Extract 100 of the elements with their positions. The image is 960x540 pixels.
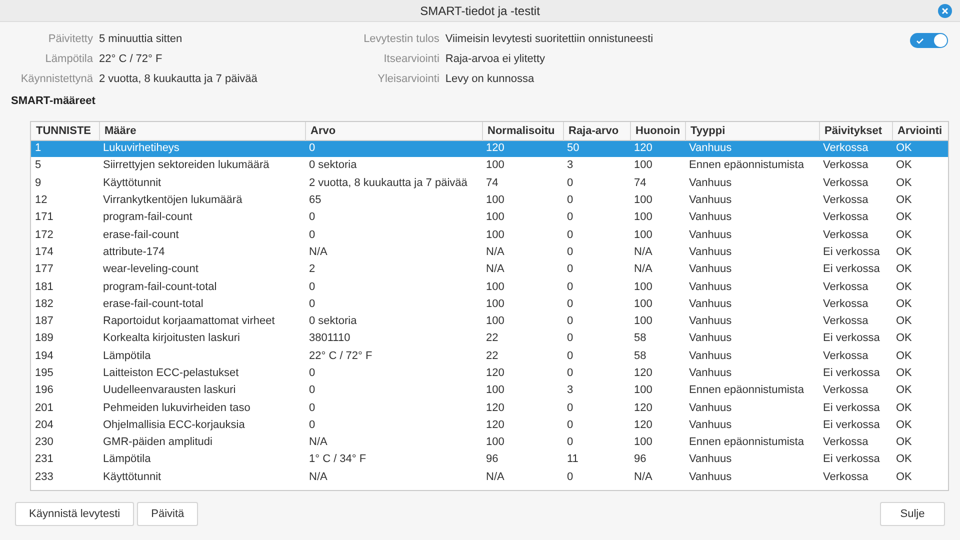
table-cell-text: Vanhuus bbox=[688, 331, 733, 346]
table-cell-text: 0 bbox=[566, 176, 574, 191]
table-cell-text: 100 bbox=[485, 228, 506, 243]
toggle-switch[interactable] bbox=[910, 33, 948, 48]
table-cell: Lukuvirhetiheys bbox=[99, 140, 305, 158]
column-header[interactable]: Määre bbox=[99, 122, 305, 140]
table-cell-text: 0 bbox=[566, 314, 574, 330]
table-cell-text: Siirrettyjen sektoreiden lukumäärä bbox=[102, 158, 270, 174]
table-cell-text: Ei verkossa bbox=[822, 262, 881, 278]
table-row[interactable]: 172 erase-fail-count 0 100 0 100 Vanhuus Verkossa OK bbox=[31, 226, 948, 244]
close-button[interactable] bbox=[938, 4, 952, 18]
table-cell-text: OK bbox=[895, 210, 913, 226]
table-cell-text: 0 bbox=[566, 296, 574, 312]
table-cell-text: Vanhuus bbox=[688, 228, 733, 243]
section-title: SMART-määreet bbox=[11, 94, 96, 109]
table-row[interactable]: 9 Käyttötunnit 2 vuotta, 8 kuukautta ja 7 päivää 74 0 74 Vanhuus Verkossa OK bbox=[31, 174, 948, 192]
table-cell-text: Laitteiston ECC-pelastukset bbox=[102, 366, 240, 381]
table-cell-text: Lämpötila bbox=[102, 348, 152, 364]
table-row[interactable]: 182 erase-fail-count-total 0 100 0 100 Vanhuus Verkossa OK bbox=[31, 296, 948, 313]
table-cell-text: Verkossa bbox=[822, 383, 870, 398]
table-cell-text: 100 bbox=[633, 296, 654, 312]
table-cell-text: Ei verkossa bbox=[822, 366, 881, 381]
table-cell-text: erase-fail-count bbox=[102, 228, 180, 243]
table-cell-text: 100 bbox=[633, 228, 654, 243]
table-cell-text: Vanhuus bbox=[688, 470, 733, 485]
table-row[interactable]: 231 Lämpötila 1° C / 34° F 96 11 96 Vanhuus Ei verkossa OK bbox=[31, 451, 948, 469]
info-label: Yleisarviointi bbox=[376, 72, 440, 87]
table-cell-text: 195 bbox=[34, 366, 54, 381]
table-cell-text: Ei verkossa bbox=[822, 400, 881, 416]
table-cell-text: 100 bbox=[485, 314, 506, 330]
table-cell-text: 100 bbox=[485, 435, 506, 450]
table-cell-text: 0 bbox=[308, 400, 316, 416]
table-cell-text: 0 bbox=[566, 470, 574, 485]
table-row[interactable]: 194 Lämpötila 22° C / 72° F 22 0 58 Vanhuus Verkossa OK bbox=[31, 348, 948, 365]
table-row[interactable]: 12 Virrankytkentöjen lukumäärä 65 100 0 100 Vanhuus Verkossa OK bbox=[31, 192, 948, 210]
table-cell-text: 100 bbox=[485, 280, 506, 295]
info-value: Levy on kunnossa bbox=[445, 72, 536, 87]
table-cell-text: 0 bbox=[308, 280, 316, 295]
table-cell-text: Vanhuus bbox=[688, 366, 733, 381]
table-cell-text: 9 bbox=[34, 176, 42, 191]
column-header[interactable]: Huonoin bbox=[630, 122, 685, 140]
table-cell-text: OK bbox=[895, 331, 913, 346]
table-cell-text: Ennen epäonnistumista bbox=[688, 383, 805, 398]
table-cell-text: 74 bbox=[633, 176, 648, 191]
column-header[interactable]: Arviointi bbox=[892, 122, 948, 140]
table-cell: 120 bbox=[630, 140, 685, 158]
column-header[interactable]: Raja-arvo bbox=[563, 122, 630, 140]
table-cell-text: OK bbox=[895, 435, 913, 450]
table-cell-text: 0 sektoria bbox=[308, 314, 358, 330]
table-cell-text: 2 bbox=[308, 262, 316, 278]
table-row[interactable]: 189 Korkealta kirjoitusten laskuri 3801110 22 0 58 Vanhuus Ei verkossa OK bbox=[31, 330, 948, 348]
column-header[interactable]: Arvo bbox=[305, 122, 482, 140]
table-row[interactable]: 181 program-fail-count-total 0 100 0 100 Vanhuus Verkossa OK bbox=[31, 278, 948, 296]
table-cell-text: 3 bbox=[566, 383, 574, 398]
table-row[interactable]: 171 program-fail-count 0 100 0 100 Vanhuus Verkossa OK bbox=[31, 209, 948, 226]
table-cell-text: 171 bbox=[34, 210, 54, 226]
column-header[interactable]: Normalisoitu bbox=[482, 122, 563, 140]
table-cell-text: Vanhuus bbox=[688, 193, 733, 208]
table-cell-text: Ennen epäonnistumista bbox=[688, 158, 805, 174]
table-cell-text: 231 bbox=[34, 452, 54, 468]
column-header[interactable]: TUNNISTE bbox=[31, 122, 99, 140]
column-header[interactable]: Päivitykset bbox=[819, 122, 892, 140]
action-button[interactable]: Päivitä bbox=[137, 502, 198, 526]
table-cell-text: 181 bbox=[34, 280, 54, 295]
table-row[interactable]: 233 Käyttötunnit N/A N/A 0 N/A Vanhuus Verkossa OK bbox=[31, 468, 948, 486]
action-button[interactable]: Käynnistä levytesti bbox=[15, 502, 134, 526]
table-cell-text: 120 bbox=[485, 366, 506, 381]
table-cell-text: 187 bbox=[34, 314, 54, 330]
table-cell-text: Verkossa bbox=[822, 228, 870, 243]
table-cell-text: Ei verkossa bbox=[822, 452, 881, 468]
close-icon bbox=[941, 7, 949, 15]
table-cell-text: 100 bbox=[485, 193, 506, 208]
table-cell-text: 189 bbox=[34, 331, 54, 346]
table-row[interactable]: 204 Ohjelmallisia ECC-korjauksia 0 120 0 120 Vanhuus Ei verkossa OK bbox=[31, 416, 948, 434]
table-cell-text: 194 bbox=[34, 348, 54, 364]
table-row[interactable]: 230 GMR-päiden amplitudi N/A 100 0 100 Ennen epäonnistumista Verkossa OK bbox=[31, 434, 948, 452]
table-cell-text: Verkossa bbox=[822, 470, 870, 485]
table-row[interactable]: 187 Raportoidut korjaamattomat virheet 0 sektoria 100 0 100 Vanhuus Verkossa OK bbox=[31, 312, 948, 330]
table-cell-text: Vanhuus bbox=[688, 280, 733, 295]
table-row[interactable]: 5 Siirrettyjen sektoreiden lukumäärä 0 sektoria 100 3 100 Ennen epäonnistumista Verkossa OK bbox=[31, 157, 948, 175]
table-row[interactable]: 196 Uudelleenvarausten laskuri 0 100 3 100 Ennen epäonnistumista Verkossa OK bbox=[31, 382, 948, 400]
info-value: 2 vuotta, 8 kuukautta ja 7 päivää bbox=[99, 72, 258, 87]
close-dialog-button[interactable]: Sulje bbox=[880, 502, 945, 526]
table-row[interactable]: 201 Pehmeiden lukuvirheiden taso 0 120 0 120 Vanhuus Ei verkossa OK bbox=[31, 399, 948, 417]
table-row[interactable]: 177 wear-leveling-count 2 N/A 0 N/A Vanhuus Ei verkossa OK bbox=[31, 261, 948, 278]
table-cell-text: OK bbox=[895, 262, 913, 278]
table-cell-text: 120 bbox=[485, 418, 506, 433]
table-cell-text: OK bbox=[895, 158, 913, 174]
table-cell-text: OK bbox=[895, 418, 913, 433]
table-cell: 50 bbox=[563, 140, 630, 158]
table-cell: Vanhuus bbox=[685, 140, 819, 158]
table-cell-text: 0 bbox=[566, 193, 574, 208]
table-cell-text: OK bbox=[895, 296, 913, 312]
table-cell-text: Käyttötunnit bbox=[102, 470, 162, 485]
column-header[interactable]: Tyyppi bbox=[685, 122, 819, 140]
table-row[interactable]: 174 attribute-174 N/A N/A 0 N/A Vanhuus Ei verkossa OK bbox=[31, 244, 948, 262]
window-title: SMART-tiedot ja -testit bbox=[420, 2, 540, 20]
table-cell-text: 100 bbox=[633, 158, 654, 174]
table-row[interactable]: 195 Laitteiston ECC-pelastukset 0 120 0 120 Vanhuus Ei verkossa OK bbox=[31, 364, 948, 382]
table-cell-text: OK bbox=[895, 452, 913, 468]
